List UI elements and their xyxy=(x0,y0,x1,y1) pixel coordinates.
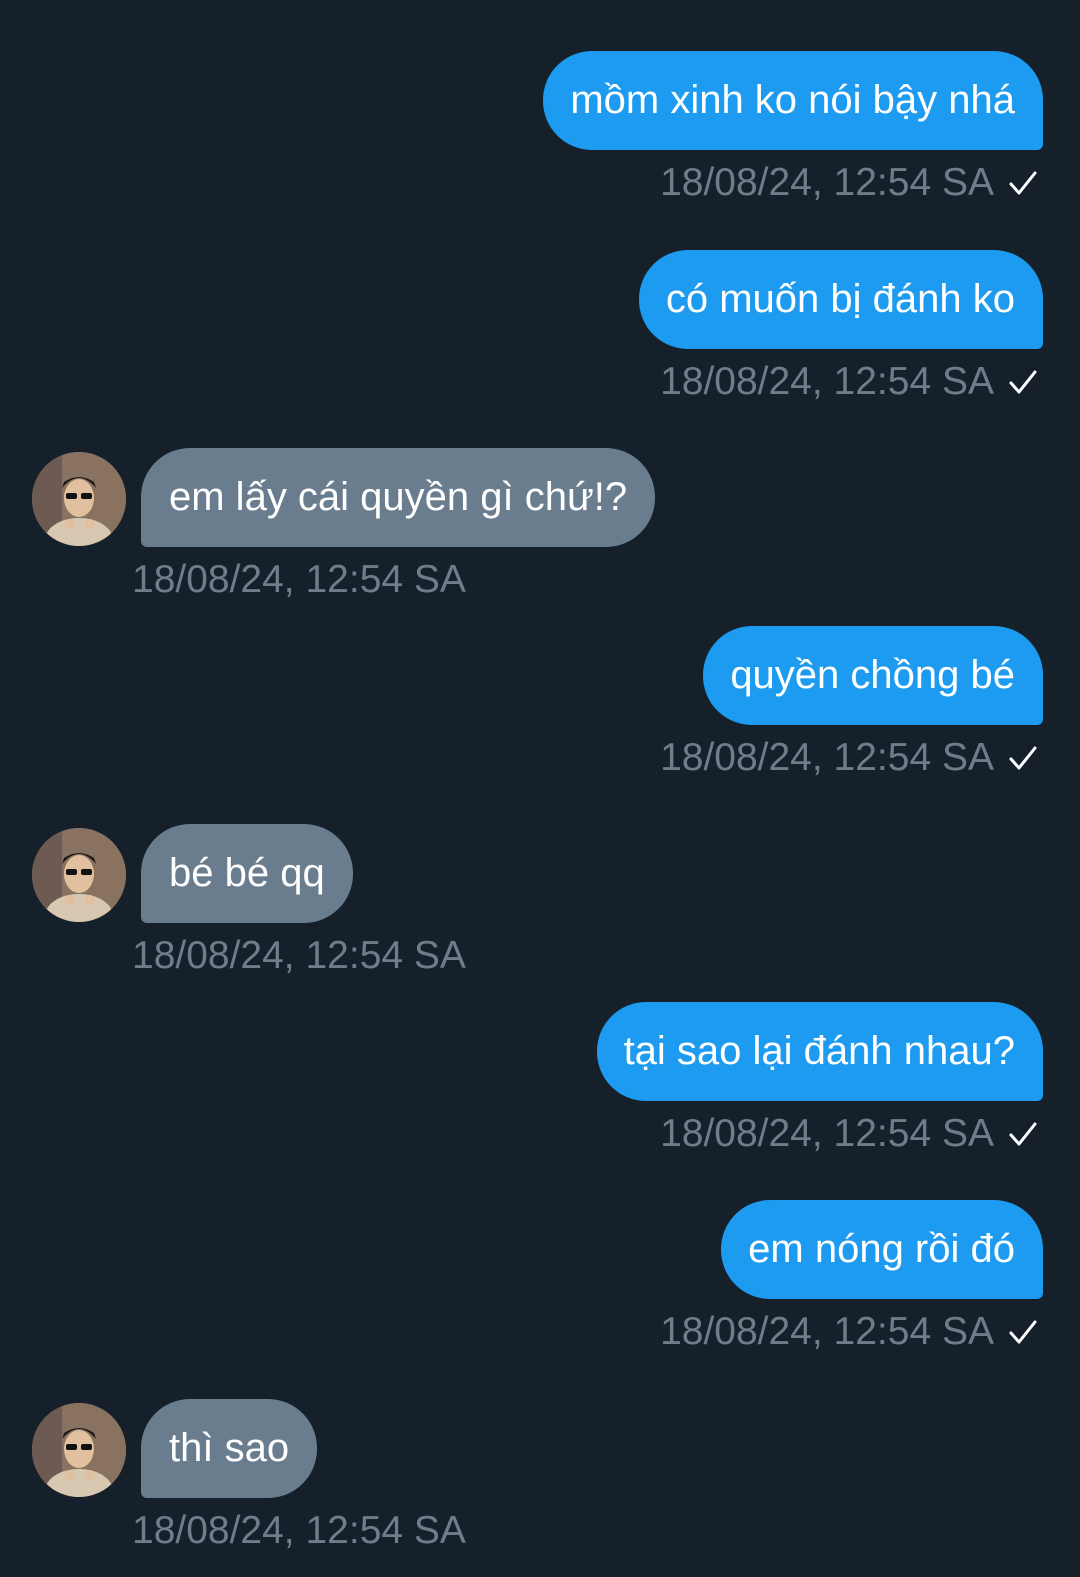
incoming-message-bubble[interactable]: bé bé qq xyxy=(141,824,353,923)
outgoing-message-bubble[interactable]: có muốn bị đánh ko xyxy=(638,250,1043,349)
message-timestamp: 18/08/24, 12:54 SA xyxy=(660,736,994,779)
contact-avatar[interactable] xyxy=(32,1403,126,1497)
check-icon xyxy=(1009,370,1037,394)
avatar-photo xyxy=(32,828,126,922)
message-meta: 18/08/24, 12:54 SA xyxy=(660,736,1038,780)
message-timestamp: 18/08/24, 12:54 SA xyxy=(660,1112,994,1155)
message-timestamp: 18/08/24, 12:54 SA xyxy=(660,1310,994,1353)
contact-avatar[interactable] xyxy=(32,828,126,922)
message-timestamp: 18/08/24, 12:54 SA xyxy=(660,161,994,204)
message-text: thì sao xyxy=(169,1426,290,1470)
contact-avatar[interactable] xyxy=(32,452,126,546)
check-icon xyxy=(1009,1320,1037,1344)
check-icon xyxy=(1009,171,1037,195)
outgoing-message-bubble[interactable]: mồm xinh ko nói bậy nhá xyxy=(543,51,1043,150)
message-timestamp: 18/08/24, 12:54 SA xyxy=(132,1509,466,1552)
message-text: em lấy cái quyền gì chứ!? xyxy=(169,475,628,519)
message-meta: 18/08/24, 12:54 SA xyxy=(660,1310,1038,1354)
outgoing-message-bubble[interactable]: tại sao lại đánh nhau? xyxy=(596,1002,1043,1101)
message-timestamp: 18/08/24, 12:54 SA xyxy=(660,360,994,403)
message-timestamp: 18/08/24, 12:54 SA xyxy=(132,934,466,977)
message-meta: 18/08/24, 12:54 SA xyxy=(660,1112,1038,1156)
outgoing-message-bubble[interactable]: em nóng rồi đó xyxy=(721,1200,1043,1299)
check-icon xyxy=(1009,746,1037,770)
outgoing-message-bubble[interactable]: quyền chồng bé xyxy=(703,626,1043,725)
message-text: bé bé qq xyxy=(169,851,325,895)
chat-thread: mồm xinh ko nói bậy nhá 18/08/24, 12:54 … xyxy=(0,0,1080,1577)
check-icon xyxy=(1009,1122,1037,1146)
message-text: có muốn bị đánh ko xyxy=(665,277,1015,321)
message-meta: 18/08/24, 12:54 SA xyxy=(660,360,1038,404)
message-meta: 18/08/24, 12:54 SA xyxy=(660,161,1038,205)
avatar-photo xyxy=(32,1403,126,1497)
message-text: tại sao lại đánh nhau? xyxy=(623,1029,1015,1073)
message-text: mồm xinh ko nói bậy nhá xyxy=(570,78,1015,122)
message-meta: 18/08/24, 12:54 SA xyxy=(132,558,466,602)
message-meta: 18/08/24, 12:54 SA xyxy=(132,1509,466,1553)
message-meta: 18/08/24, 12:54 SA xyxy=(132,934,466,978)
message-text: quyền chồng bé xyxy=(730,653,1015,697)
incoming-message-bubble[interactable]: thì sao xyxy=(141,1399,318,1498)
avatar-photo xyxy=(32,452,126,546)
incoming-message-bubble[interactable]: em lấy cái quyền gì chứ!? xyxy=(141,448,656,547)
message-text: em nóng rồi đó xyxy=(748,1227,1015,1271)
message-timestamp: 18/08/24, 12:54 SA xyxy=(132,558,466,601)
